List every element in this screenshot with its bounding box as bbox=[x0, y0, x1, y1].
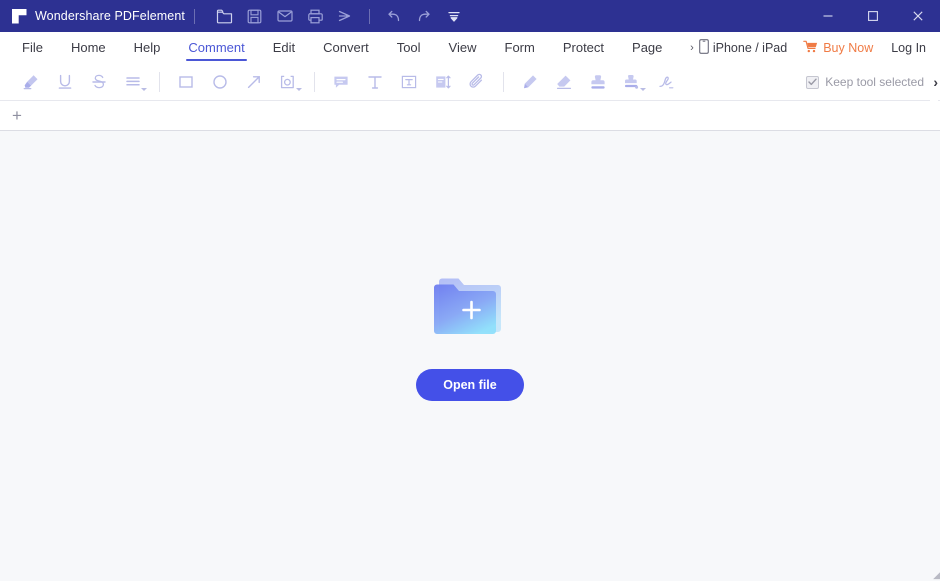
chevron-down-icon bbox=[640, 87, 646, 91]
send-icon[interactable] bbox=[330, 3, 360, 29]
text-tool[interactable] bbox=[358, 67, 392, 97]
toolbar-divider-1 bbox=[159, 71, 160, 92]
note-tool[interactable] bbox=[324, 67, 358, 97]
tab-file[interactable]: File bbox=[8, 32, 57, 63]
redo-icon[interactable] bbox=[409, 3, 439, 29]
ribbon-tab-bar: File Home Help Comment Edit Convert Tool… bbox=[0, 32, 940, 63]
ellipse-tool[interactable] bbox=[203, 67, 237, 97]
custom-stamp-tool[interactable] bbox=[615, 67, 649, 97]
keep-tool-label: Keep tool selected bbox=[825, 75, 924, 89]
device-label: iPhone / iPad bbox=[712, 40, 788, 55]
app-title: Wondershare PDFelement bbox=[35, 9, 185, 23]
eraser-tool[interactable] bbox=[547, 67, 581, 97]
comment-toolbar: Keep tool selected › bbox=[0, 63, 940, 101]
application-window: Wondershare PDFelement File Home Help Co… bbox=[0, 0, 940, 581]
tab-form[interactable]: Form bbox=[491, 32, 549, 63]
underline-tool[interactable] bbox=[48, 67, 82, 97]
tab-view[interactable]: View bbox=[435, 32, 491, 63]
signature-tool[interactable] bbox=[649, 67, 683, 97]
toolbar-overflow-button[interactable]: › bbox=[930, 63, 938, 101]
minimize-button[interactable] bbox=[805, 0, 850, 32]
shapes-tool[interactable] bbox=[271, 67, 305, 97]
device-connect-button[interactable]: › iPhone / iPad bbox=[690, 38, 788, 57]
tab-protect[interactable]: Protect bbox=[549, 32, 618, 63]
plus-icon: + bbox=[12, 106, 22, 125]
textbox-tool[interactable] bbox=[392, 67, 426, 97]
attachment-tool[interactable] bbox=[460, 67, 494, 97]
open-file-dropzone[interactable]: Open file bbox=[416, 269, 524, 401]
document-tab-strip: + bbox=[0, 101, 940, 131]
quick-access-toolbar bbox=[210, 3, 469, 29]
pdfelement-logo-icon bbox=[6, 0, 32, 32]
open-folder-icon[interactable] bbox=[210, 3, 240, 29]
undo-icon[interactable] bbox=[379, 3, 409, 29]
maximize-button[interactable] bbox=[850, 0, 895, 32]
new-tab-button[interactable]: + bbox=[4, 103, 30, 129]
buy-now-label: Buy Now bbox=[823, 40, 874, 55]
pencil-tool[interactable] bbox=[513, 67, 547, 97]
chevron-right-icon: › bbox=[690, 41, 694, 54]
resize-grip[interactable]: ◢ bbox=[928, 569, 940, 581]
chevron-down-icon bbox=[141, 87, 147, 91]
open-file-button[interactable]: Open file bbox=[416, 369, 524, 401]
save-icon[interactable] bbox=[240, 3, 270, 29]
keep-tool-checkbox[interactable] bbox=[806, 75, 820, 89]
tab-tool[interactable]: Tool bbox=[383, 32, 435, 63]
tab-home[interactable]: Home bbox=[57, 32, 120, 63]
callout-tool[interactable] bbox=[426, 67, 460, 97]
tab-comment[interactable]: Comment bbox=[174, 32, 258, 63]
login-button[interactable]: Log In bbox=[891, 41, 926, 55]
chevron-down-icon bbox=[296, 87, 302, 91]
print-icon[interactable] bbox=[300, 3, 330, 29]
shopping-cart-icon bbox=[803, 40, 818, 56]
tab-edit[interactable]: Edit bbox=[259, 32, 309, 63]
rectangle-tool[interactable] bbox=[169, 67, 203, 97]
highlight-tool[interactable] bbox=[14, 67, 48, 97]
menubar-right-actions: › iPhone / iPad Buy Now Log In bbox=[690, 32, 930, 63]
close-button[interactable] bbox=[895, 0, 940, 32]
titlebar-divider-1 bbox=[193, 8, 195, 24]
window-controls bbox=[805, 0, 940, 32]
tab-help[interactable]: Help bbox=[120, 32, 175, 63]
stamp-tool[interactable] bbox=[581, 67, 615, 97]
strikethrough-tool[interactable] bbox=[82, 67, 116, 97]
folder-plus-icon bbox=[431, 269, 509, 339]
phone-icon bbox=[698, 38, 709, 57]
titlebar-divider-2 bbox=[368, 8, 370, 24]
more-markup-tool[interactable] bbox=[116, 67, 150, 97]
toolbar-divider-3 bbox=[503, 71, 504, 92]
arrow-tool[interactable] bbox=[237, 67, 271, 97]
tab-page[interactable]: Page bbox=[618, 32, 676, 63]
title-bar: Wondershare PDFelement bbox=[0, 0, 940, 32]
empty-workspace: Open file ◢ bbox=[0, 131, 940, 581]
email-icon[interactable] bbox=[270, 3, 300, 29]
toolbar-divider-2 bbox=[314, 71, 315, 92]
customize-dropdown-icon[interactable] bbox=[439, 3, 469, 29]
buy-now-button[interactable]: Buy Now bbox=[803, 40, 873, 56]
tab-convert[interactable]: Convert bbox=[309, 32, 383, 63]
keep-tool-selected-option[interactable]: Keep tool selected bbox=[806, 63, 924, 101]
